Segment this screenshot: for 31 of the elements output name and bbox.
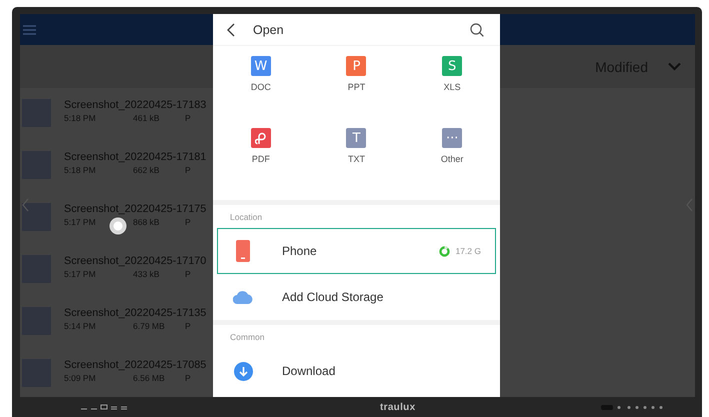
search-icon[interactable]: [470, 22, 484, 36]
other-icon: ···: [442, 128, 462, 148]
cloud-location-item[interactable]: Add Cloud Storage: [217, 274, 496, 320]
download-location-item[interactable]: Download: [217, 348, 496, 394]
download-icon: [234, 362, 252, 380]
file-type-option[interactable]: P PPT: [308, 56, 404, 128]
xls-icon: S: [442, 56, 462, 76]
menu-icon[interactable]: [23, 24, 36, 34]
txt-icon: T: [346, 128, 366, 148]
touch-point-icon: [109, 217, 127, 235]
thumbnail-image: [22, 203, 51, 231]
phone-location-item[interactable]: Phone 17.2 G: [217, 228, 496, 274]
file-type-option[interactable]: ··· Other: [404, 128, 500, 200]
ppt-icon: P: [346, 56, 366, 76]
chevron-down-icon[interactable]: [668, 62, 681, 71]
dialog-title: Open: [253, 22, 284, 36]
file-type-option[interactable]: PDF: [213, 128, 309, 200]
file-type-option[interactable]: W DOC: [213, 56, 309, 128]
phone-icon: [236, 240, 250, 262]
cloud-icon: [233, 290, 253, 304]
section-label: Common: [230, 332, 264, 342]
brand-logo: traulux: [380, 402, 416, 412]
file-type-option[interactable]: T TXT: [308, 128, 404, 200]
file-type-option[interactable]: S XLS: [404, 56, 500, 128]
storage-ring-icon: [439, 246, 450, 256]
bezel-buttons-drawing: [601, 404, 665, 410]
doc-icon: W: [250, 56, 271, 76]
chevron-left-icon[interactable]: [22, 198, 29, 212]
section-label: Location: [230, 212, 262, 222]
storage-amount: 17.2 G: [455, 246, 481, 256]
back-icon[interactable]: [227, 22, 235, 36]
